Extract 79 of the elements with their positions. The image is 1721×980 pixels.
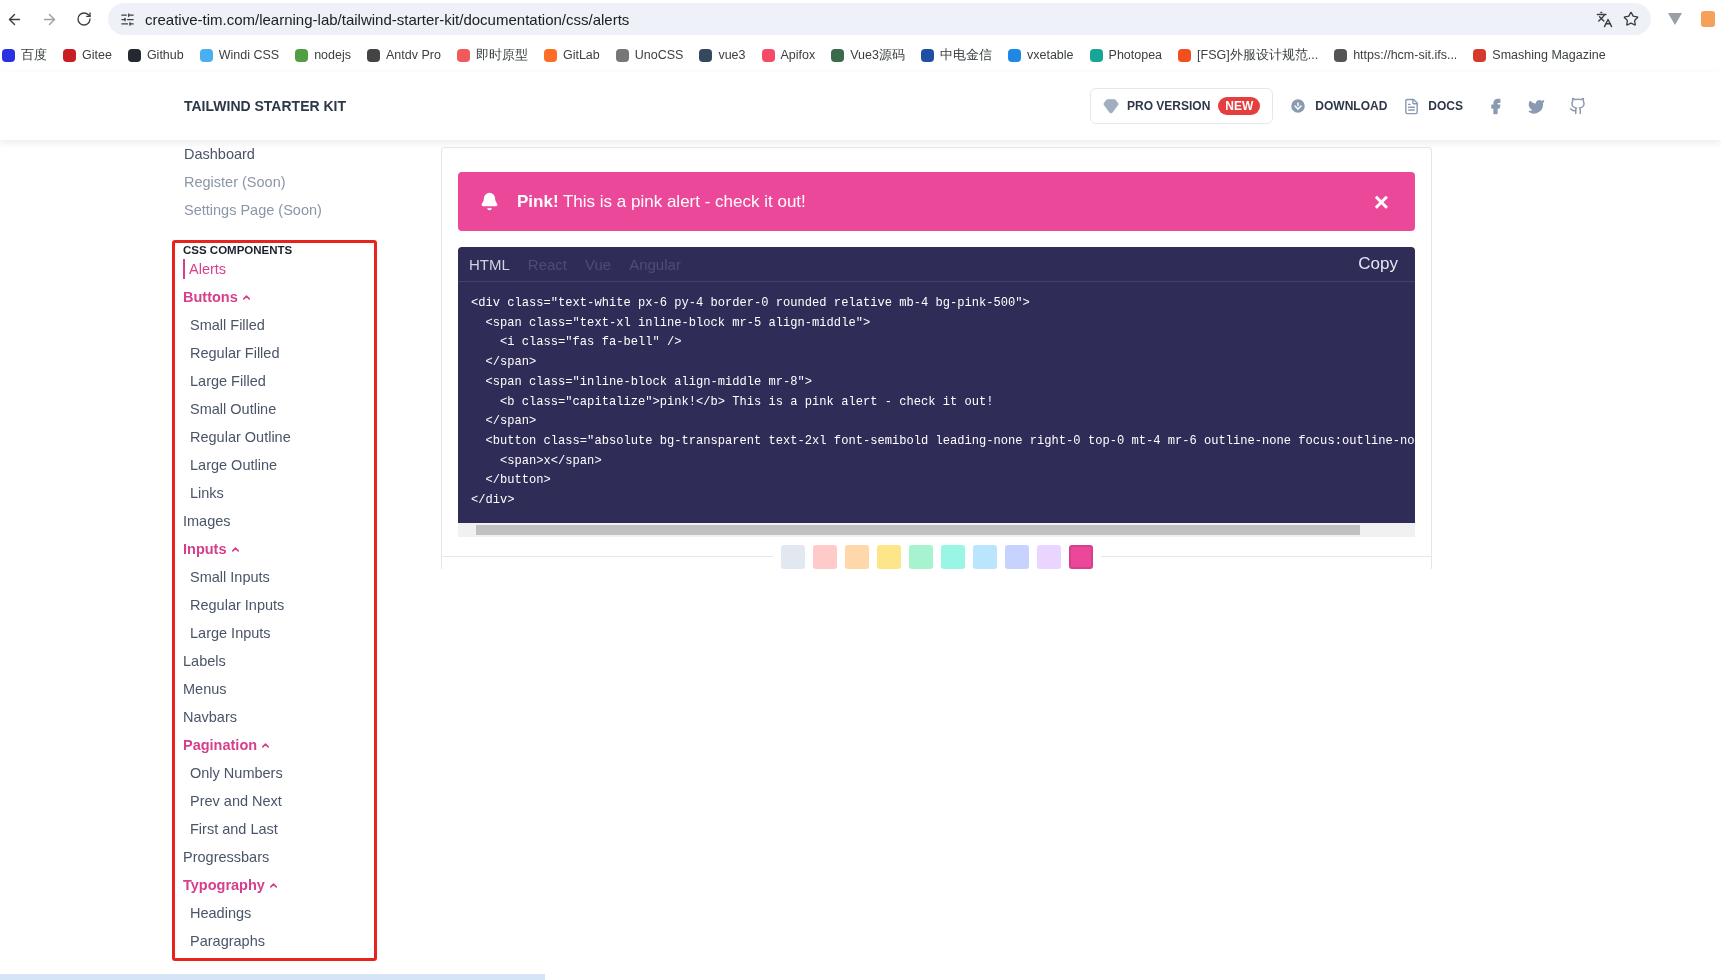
section-title: CSS COMPONENTS bbox=[183, 243, 294, 257]
nav-item[interactable]: Regular Outline bbox=[183, 423, 291, 451]
color-swatch[interactable] bbox=[1068, 544, 1093, 569]
extension-icon[interactable] bbox=[1699, 9, 1717, 29]
site-info-icon[interactable] bbox=[120, 11, 135, 27]
nav-item[interactable]: Buttons bbox=[183, 283, 252, 311]
color-swatch[interactable] bbox=[780, 544, 805, 569]
docs-link[interactable]: DOCS bbox=[1403, 97, 1463, 115]
bell-icon bbox=[480, 192, 499, 211]
nav-item[interactable]: Large Filled bbox=[183, 367, 266, 395]
bookmark-link[interactable]: Antdv Pro bbox=[367, 48, 441, 62]
color-swatch[interactable] bbox=[876, 544, 901, 569]
bookmark-link[interactable]: GitLab bbox=[543, 48, 600, 62]
reload-icon[interactable] bbox=[74, 9, 94, 29]
nav-item[interactable]: Pagination bbox=[183, 731, 272, 759]
nav-item[interactable]: Navbars bbox=[183, 703, 237, 731]
color-swatch[interactable] bbox=[940, 544, 965, 569]
nav-item[interactable]: Headings bbox=[183, 899, 252, 927]
close-button[interactable]: × bbox=[1369, 188, 1393, 215]
translate-icon[interactable] bbox=[1596, 10, 1613, 28]
nav-item[interactable]: Only Numbers bbox=[183, 759, 283, 787]
nav-item[interactable]: Typography bbox=[183, 871, 279, 899]
bookmark-link[interactable]: nodejs bbox=[295, 48, 351, 62]
address-bar[interactable]: creative-tim.com/learning-lab/tailwind-starter-kit/documentation/css/alerts bbox=[108, 3, 1651, 35]
nav-item[interactable]: Regular Filled bbox=[183, 339, 280, 367]
nav-item[interactable]: Small Outline bbox=[183, 395, 277, 423]
copy-button[interactable]: Copy bbox=[1352, 253, 1404, 275]
bookmark-link[interactable]: Smashing Magazine bbox=[1473, 48, 1606, 62]
nav-item[interactable]: Inputs bbox=[183, 535, 241, 563]
nav-item[interactable]: Labels bbox=[183, 647, 226, 675]
gem-icon bbox=[1102, 98, 1119, 114]
nav-item[interactable]: First and Last bbox=[183, 815, 278, 843]
color-swatch[interactable] bbox=[1036, 544, 1061, 569]
nav-item[interactable]: Dashboard bbox=[172, 140, 429, 168]
nav-item[interactable]: Large Inputs bbox=[183, 619, 271, 647]
nav-item[interactable]: Alerts bbox=[183, 259, 227, 279]
color-swatch[interactable] bbox=[972, 544, 997, 569]
color-swatch[interactable] bbox=[908, 544, 933, 569]
bookmark-link[interactable]: https://hcm-sit.ifs... bbox=[1334, 48, 1458, 62]
brand-title: TAILWIND STARTER KIT bbox=[184, 98, 347, 114]
bookmark-link[interactable]: 即时原型 bbox=[456, 46, 528, 64]
color-swatch[interactable] bbox=[812, 544, 837, 569]
nav-item[interactable]: Progressbars bbox=[183, 843, 270, 871]
color-swatch[interactable] bbox=[844, 544, 869, 569]
url-text: creative-tim.com/learning-lab/tailwind-starter-kit/documentation/css/alerts bbox=[145, 10, 631, 28]
bookmark-link[interactable]: UnoCSS bbox=[615, 48, 684, 62]
nav-item[interactable]: Images bbox=[183, 507, 231, 535]
bookmark-link[interactable]: Github bbox=[127, 48, 184, 62]
download-icon bbox=[1289, 97, 1308, 115]
bookmark-link[interactable]: vxetable bbox=[1008, 48, 1074, 62]
bookmark-link[interactable]: [FSG]外服设计规范... bbox=[1178, 46, 1319, 64]
bookmark-link[interactable]: Gitee bbox=[63, 48, 112, 62]
bookmark-star-icon[interactable] bbox=[1623, 11, 1639, 27]
nav-item[interactable]: Small Inputs bbox=[183, 563, 270, 591]
alert-text: Pink! This is a pink alert - check it out! bbox=[517, 191, 807, 212]
nav-item[interactable]: Prev and Next bbox=[183, 787, 282, 815]
download-link[interactable]: DOWNLOAD bbox=[1289, 97, 1388, 115]
page-scrollbar[interactable] bbox=[0, 974, 545, 980]
nav-item[interactable]: Small Filled bbox=[183, 311, 265, 339]
nav-item[interactable]: Paragraphs bbox=[183, 927, 265, 955]
nav-item[interactable]: Menus bbox=[183, 675, 227, 703]
bookmark-link[interactable]: Windi CSS bbox=[199, 48, 280, 62]
bookmark-link[interactable]: Photopea bbox=[1089, 48, 1163, 62]
code-text: <div class="text-white px-6 py-4 border-0 rounded relative mb-4 bg-pink-500"> <span class="text-xl inline-block mr-5 align-middle"> <i class="fas fa-bell" /> </span> <span class="inline-block align-middle mr-8"> <b class="capitalize">pink!</b> This is a pink alert - check it out! </span> <button class="absolute bg-transparent text-2xl font-semibold leading-none right-0 top-0 mt-4 mr-6 outline-none focus:outline-no <span>x</span> </button> </div> bbox=[470, 295, 1415, 510]
pro-version-button[interactable]: PRO VERSION NEW bbox=[1089, 88, 1274, 124]
bookmark-link[interactable]: 百度 bbox=[2, 46, 47, 64]
nav-item[interactable]: Large Outline bbox=[183, 451, 278, 479]
nav-item[interactable]: Links bbox=[183, 479, 224, 507]
new-badge: NEW bbox=[1218, 97, 1261, 115]
nav-item[interactable]: Regular Inputs bbox=[183, 591, 285, 619]
code-tab[interactable]: HTML bbox=[469, 255, 510, 273]
bookmark-link[interactable]: 中电金信 bbox=[921, 46, 992, 64]
color-swatch[interactable] bbox=[1004, 544, 1029, 569]
bookmark-link[interactable]: Apifox bbox=[761, 48, 816, 62]
github-icon[interactable] bbox=[1569, 97, 1587, 115]
twitter-icon[interactable] bbox=[1528, 97, 1545, 115]
bookmark-link[interactable]: vue3 bbox=[699, 48, 746, 62]
document-icon bbox=[1403, 97, 1421, 115]
bookmark-link[interactable]: Vue3源码 bbox=[831, 46, 905, 64]
